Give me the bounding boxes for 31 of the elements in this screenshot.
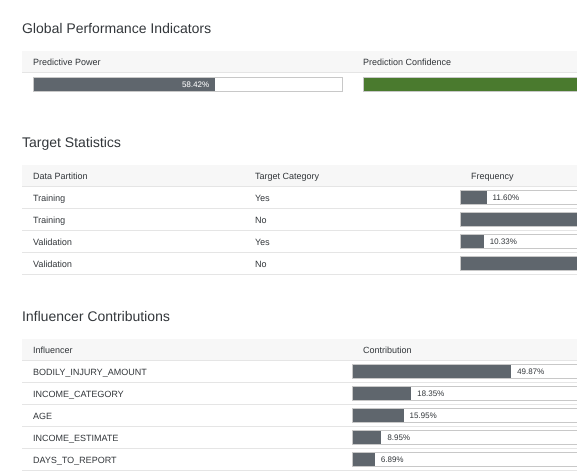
section-title: Influencer Contributions [22,308,171,326]
table-cell: INCOME_CATEGORY [22,383,352,405]
table-cell: No [244,209,460,231]
column-header: Predictive Power [22,51,352,73]
bar-value: 6.89% [380,454,404,466]
table-cell: INCOME_ESTIMATE [22,427,352,449]
table-cell: Training [22,187,244,209]
section-title: Target Statistics [22,134,122,152]
bar-value: 15.95% [408,410,437,422]
bar-value: 11.60% [492,192,520,204]
bar-value: 8.95% [386,432,410,444]
table-cell: BODILY_INJURY_AMOUNT [22,361,352,383]
bar-value: 49.87% [516,366,544,378]
table-cell: No [244,253,460,275]
section-title: Global Performance Indicators [22,20,212,38]
table-cell: DAYS_TO_REPORT [22,449,352,471]
bar-value: 10.33% [488,236,517,248]
column-header: Contribution [352,339,577,361]
table-cell: AGE [22,405,352,427]
column-header: Prediction Confidence [352,51,577,73]
bar-value: 18.35% [416,388,444,400]
table-cell: Yes [244,231,460,253]
bar-value: 58.42% [182,80,210,89]
table-cell: Yes [244,187,460,209]
table-cell: Training [22,209,244,231]
table-cell: Validation [22,253,244,275]
column-header: Frequency [460,165,577,187]
column-header: Target Category [244,165,460,187]
table-cell: Validation [22,231,244,253]
column-header: Data Partition [22,165,244,187]
column-header: Influencer [22,339,352,361]
